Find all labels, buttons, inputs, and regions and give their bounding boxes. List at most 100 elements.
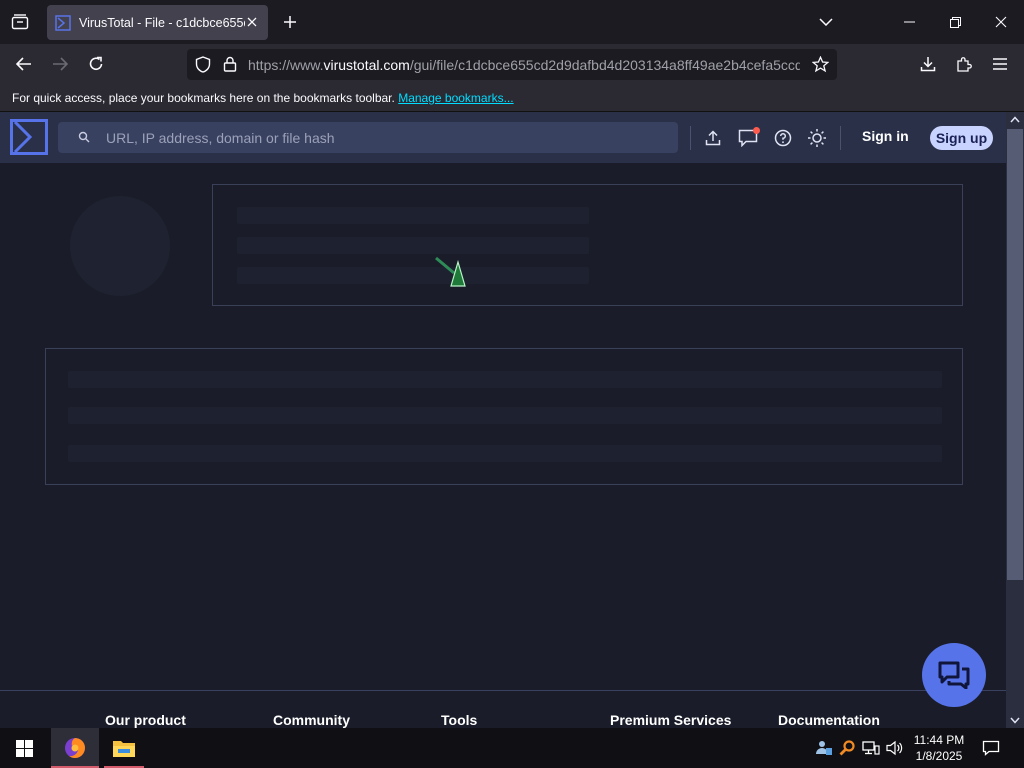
help-icon xyxy=(774,129,792,147)
taskbar-file-explorer[interactable] xyxy=(100,728,148,768)
restore-button[interactable] xyxy=(932,0,978,44)
clock-time: 11:44 PM xyxy=(913,733,965,747)
firefox-icon xyxy=(65,738,85,758)
notifications-button[interactable] xyxy=(734,124,762,152)
scroll-up-icon[interactable] xyxy=(1010,116,1020,123)
clock-date: 1/8/2025 xyxy=(915,749,963,763)
tab-strip: VirusTotal - File - c1dcbce655cd2d9dafbd… xyxy=(0,0,1024,44)
chat-support-button[interactable] xyxy=(922,643,986,707)
bookmarks-toolbar: For quick access, place your bookmarks h… xyxy=(0,84,1024,112)
virustotal-favicon-icon xyxy=(55,14,71,31)
folder-icon xyxy=(113,741,135,757)
taskbar-clock[interactable]: 11:44 PM 1/8/2025 xyxy=(908,732,970,764)
tray-volume[interactable] xyxy=(885,738,905,758)
theme-toggle-button[interactable] xyxy=(803,124,831,152)
bookmark-star-icon[interactable] xyxy=(812,56,829,73)
skeleton-line xyxy=(68,445,942,462)
windows-taskbar: 11:44 PM 1/8/2025 xyxy=(0,728,1024,768)
app-menu-button[interactable] xyxy=(984,48,1016,80)
forward-button[interactable] xyxy=(44,48,76,80)
sign-up-button[interactable]: Sign up xyxy=(930,126,993,150)
sun-icon xyxy=(808,129,826,147)
cursor-icon xyxy=(435,256,466,287)
footer-heading-our-product: Our product xyxy=(105,712,186,728)
tab-title: VirusTotal - File - c1dcbce655cd2d9dafbd… xyxy=(79,15,245,30)
chevron-down-icon xyxy=(819,18,833,26)
footer-heading-documentation: Documentation xyxy=(778,712,880,728)
start-button[interactable] xyxy=(0,728,48,768)
upload-icon xyxy=(705,130,721,146)
notification-center-icon xyxy=(982,740,1000,756)
tray-search-tool[interactable] xyxy=(837,738,857,758)
new-tab-button[interactable] xyxy=(276,6,304,38)
chat-icon xyxy=(938,661,970,689)
lock-icon xyxy=(223,56,237,72)
tab-close-button[interactable] xyxy=(244,14,260,30)
site-header: Sign in Sign up xyxy=(0,112,1006,163)
reload-button[interactable] xyxy=(80,48,112,80)
arrow-left-icon xyxy=(16,57,31,71)
close-icon xyxy=(247,17,257,27)
speaker-icon xyxy=(886,740,903,756)
file-summary-card-loading xyxy=(212,184,963,306)
windows-logo-icon xyxy=(15,739,33,757)
virustotal-logo-icon[interactable] xyxy=(10,119,48,155)
footer-divider xyxy=(0,690,1006,691)
tray-network[interactable] xyxy=(861,738,881,758)
extensions-button[interactable] xyxy=(948,48,980,80)
downloads-button[interactable] xyxy=(912,48,944,80)
page-content: Sign in Sign up Our product Community To… xyxy=(0,112,1006,728)
download-icon xyxy=(920,57,936,72)
skeleton-line xyxy=(68,407,942,424)
file-icon-placeholder xyxy=(70,196,170,296)
url-path: /gui/file/c1dcbce655cd2d9dafbd4d203134a8… xyxy=(409,57,800,73)
url-prefix: https://www. xyxy=(248,57,324,73)
minimize-button[interactable] xyxy=(886,0,932,44)
firefox-view-icon xyxy=(11,14,29,30)
search-input[interactable] xyxy=(106,126,666,149)
shield-icon xyxy=(195,56,211,73)
skeleton-line xyxy=(237,267,589,284)
address-bar[interactable]: https://www.virustotal.com/gui/file/c1dc… xyxy=(187,49,837,80)
sign-in-link[interactable]: Sign in xyxy=(862,128,909,144)
restore-icon xyxy=(949,16,961,28)
arrow-right-icon xyxy=(53,57,68,71)
search-icon xyxy=(78,131,90,143)
hamburger-menu-icon xyxy=(993,58,1007,70)
navigation-toolbar: https://www.virustotal.com/gui/file/c1dc… xyxy=(0,44,1024,84)
page-scrollbar[interactable] xyxy=(1006,112,1024,728)
active-tab[interactable]: VirusTotal - File - c1dcbce655cd2d9dafbd… xyxy=(47,5,268,40)
footer-heading-tools: Tools xyxy=(441,712,478,728)
header-divider xyxy=(840,126,841,150)
user-network-icon xyxy=(816,741,832,755)
firefox-view-button[interactable] xyxy=(4,6,36,38)
url-text[interactable]: https://www.virustotal.com/gui/file/c1dc… xyxy=(248,57,800,73)
plus-icon xyxy=(284,16,296,28)
puzzle-icon xyxy=(957,57,972,72)
help-button[interactable] xyxy=(769,124,797,152)
site-search-box[interactable] xyxy=(58,122,678,153)
bookmarks-hint: For quick access, place your bookmarks h… xyxy=(12,91,514,105)
reload-icon xyxy=(89,56,103,70)
tray-user-network[interactable] xyxy=(814,738,834,758)
list-all-tabs-button[interactable] xyxy=(812,6,840,38)
url-host: virustotal.com xyxy=(323,57,410,73)
manage-bookmarks-link[interactable]: Manage bookmarks... xyxy=(398,91,513,105)
minimize-icon xyxy=(903,21,915,23)
skeleton-line xyxy=(68,371,942,388)
skeleton-line xyxy=(237,207,589,224)
screen: VirusTotal - File - c1dcbce655cd2d9dafbd… xyxy=(0,0,1024,768)
back-button[interactable] xyxy=(8,48,40,80)
action-center-button[interactable] xyxy=(981,738,1001,758)
window-close-button[interactable] xyxy=(978,0,1024,44)
footer-heading-premium-services: Premium Services xyxy=(610,712,732,728)
header-divider xyxy=(690,126,691,150)
bookmarks-hint-text: For quick access, place your bookmarks h… xyxy=(12,91,395,105)
magnifier-icon xyxy=(839,740,855,756)
skeleton-line xyxy=(237,237,589,254)
taskbar-firefox[interactable] xyxy=(51,728,99,768)
upload-button[interactable] xyxy=(699,124,727,152)
file-details-card-loading xyxy=(45,348,963,485)
scroll-down-icon[interactable] xyxy=(1010,717,1020,724)
scrollbar-thumb[interactable] xyxy=(1007,129,1023,580)
